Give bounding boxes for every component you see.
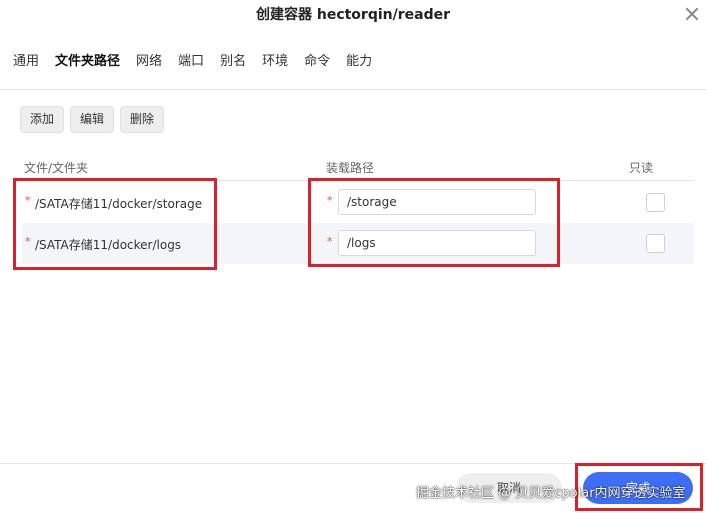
add-button[interactable]: 添加: [20, 106, 65, 133]
tab-command[interactable]: 命令: [304, 50, 330, 69]
tab-general[interactable]: 通用: [13, 50, 39, 69]
header-readonly: 只读: [629, 161, 654, 175]
tab-aliases[interactable]: 别名: [220, 50, 246, 69]
tab-divider: [0, 89, 706, 90]
dialog-title: 创建容器 hectorqin/reader: [255, 7, 451, 23]
tab-bar: 通用 文件夹路径 网络 端口 别名 环境 命令 能力: [13, 50, 372, 69]
toolbar: 添加 编辑 删除: [20, 106, 165, 133]
tab-capabilities[interactable]: 能力: [346, 50, 372, 69]
close-icon[interactable]: [684, 6, 700, 22]
create-container-dialog: 创建容器 hectorqin/reader 通用 文件夹路径 网络 端口 别名 …: [0, 0, 706, 513]
header-mount-path: 装载路径: [326, 161, 375, 175]
tab-environment[interactable]: 环境: [262, 50, 288, 69]
delete-button[interactable]: 删除: [120, 106, 165, 133]
table-header: 文件/文件夹 装载路径 只读: [24, 159, 694, 179]
source-highlight-box: [13, 178, 217, 270]
edit-button[interactable]: 编辑: [70, 106, 115, 133]
tab-folder-paths[interactable]: 文件夹路径: [55, 50, 120, 69]
tab-network[interactable]: 网络: [136, 50, 162, 69]
watermark: 掘金技术社区 @ 贝贝爱cpolar内网穿透实验室: [416, 486, 686, 501]
tab-ports[interactable]: 端口: [178, 50, 204, 69]
mount-highlight-box: [308, 178, 560, 267]
header-source: 文件/文件夹: [24, 161, 89, 175]
readonly-checkbox[interactable]: [646, 193, 665, 212]
readonly-checkbox[interactable]: [646, 234, 665, 253]
